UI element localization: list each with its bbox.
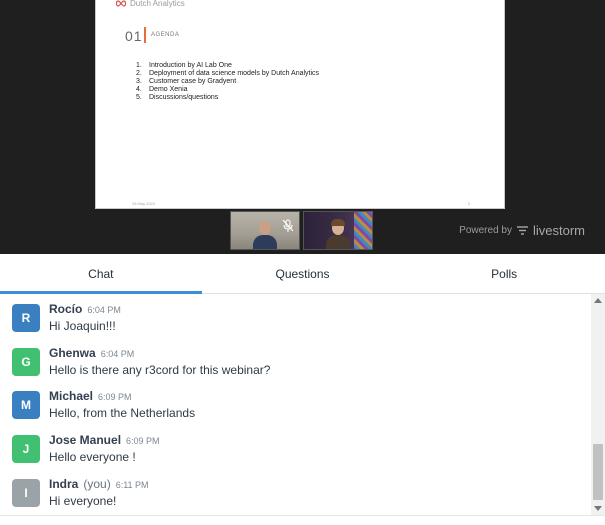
agenda-item-number: 2. [136,70,142,77]
tab-questions[interactable]: Questions [202,254,404,293]
avatar: R [12,304,40,332]
message-author: Jose Manuel [49,433,122,447]
slide-logo-text: Dutch Analytics [130,0,185,8]
chat-message-list[interactable]: R Rocío 6:04 PM Hi Joaquin!!! G Ghenwa 6:0… [0,294,605,515]
chat-input-area[interactable] [0,515,605,525]
slide-section-number: 01 [125,28,143,44]
agenda-list: 1. Introduction by AI Lab One 2. Deploymen… [136,62,319,102]
webcam-tile-speaker-2[interactable] [303,211,373,250]
livestorm-logo-icon [516,226,528,235]
agenda-item: 4. Demo Xenia [136,86,319,94]
infinity-logo-icon [115,0,127,7]
message-author: Indra [49,477,79,491]
agenda-item-text: Customer case by Gradyent [149,78,237,85]
agenda-item: 1. Introduction by AI Lab One [136,62,319,70]
avatar: G [12,348,40,376]
message-author: Rocío [49,302,83,316]
powered-by-livestorm[interactable]: Powered by livestorm [459,223,585,238]
slide-logo: Dutch Analytics [115,0,185,8]
microphone-muted-icon [282,219,294,232]
message-author: Ghenwa [49,346,96,360]
webcam-tile-speaker-1[interactable] [230,211,300,250]
message-time: 6:09 PM [126,436,160,446]
chat-message: G Ghenwa 6:04 PM Hello is there any r3cor… [0,338,590,378]
chat-message: J Jose Manuel 6:09 PM Hello everyone ! [0,425,590,465]
agenda-item-number: 3. [136,78,142,85]
message-text: Hello is there any r3cord for this webin… [49,363,271,377]
slide-section-title: AGENDA [151,32,180,38]
agenda-item-text: Deployment of data science models by Dut… [149,70,320,77]
tab-chat[interactable]: Chat [0,254,202,294]
agenda-item: 2. Deployment of data science models by D… [136,70,319,78]
webcam-person [326,217,350,249]
slide-footer-date: 28 May 2020 [132,201,156,206]
message-text: Hello, from the Netherlands [49,406,196,420]
tab-polls[interactable]: Polls [403,254,605,293]
shared-slide: Dutch Analytics 01 AGENDA 1. Introduction… [95,0,505,209]
message-time: 6:11 PM [115,480,149,490]
agenda-item: 5. Discussions/questions [136,94,319,102]
chat-scrollbar[interactable] [591,294,605,515]
message-text: Hi everyone! [49,494,117,508]
agenda-item-text: Introduction by AI Lab One [149,62,232,69]
chat-message: R Rocío 6:04 PM Hi Joaquin!!! [0,294,590,334]
message-author-you-tag: (you) [83,477,111,491]
avatar: J [12,435,40,463]
slide-accent-bar [144,27,146,43]
agenda-item-number: 4. [136,86,142,93]
slide-footer-page: 3 [467,201,470,206]
avatar: I [12,479,40,507]
message-time: 6:04 PM [100,349,135,359]
message-time: 6:04 PM [87,305,121,315]
sidebar-tabs: Chat Questions Polls [0,254,605,294]
agenda-item-number: 1. [136,62,142,69]
message-time: 6:09 PM [98,392,132,402]
agenda-item: 3. Customer case by Gradyent [136,78,319,86]
scroll-up-arrow-icon[interactable] [594,298,602,303]
message-text: Hello everyone ! [49,450,136,464]
agenda-item-text: Discussions/questions [149,94,219,101]
chat-message: I Indra (you) 6:11 PM Hi everyone! [0,469,590,509]
scroll-down-arrow-icon[interactable] [594,506,602,511]
powered-by-label: Powered by [459,225,512,236]
avatar: M [12,391,40,419]
agenda-item-text: Demo Xenia [149,86,188,93]
scrollbar-thumb[interactable] [593,444,603,500]
agenda-item-number: 5. [136,94,142,101]
chat-message: M Michael 6:09 PM Hello, from the Netherl… [0,381,590,421]
message-text: Hi Joaquin!!! [49,319,116,333]
message-author: Michael [49,389,94,403]
webcam-person [253,217,277,249]
presentation-stage: Dutch Analytics 01 AGENDA 1. Introduction… [0,0,605,254]
livestorm-brand: livestorm [532,223,585,238]
